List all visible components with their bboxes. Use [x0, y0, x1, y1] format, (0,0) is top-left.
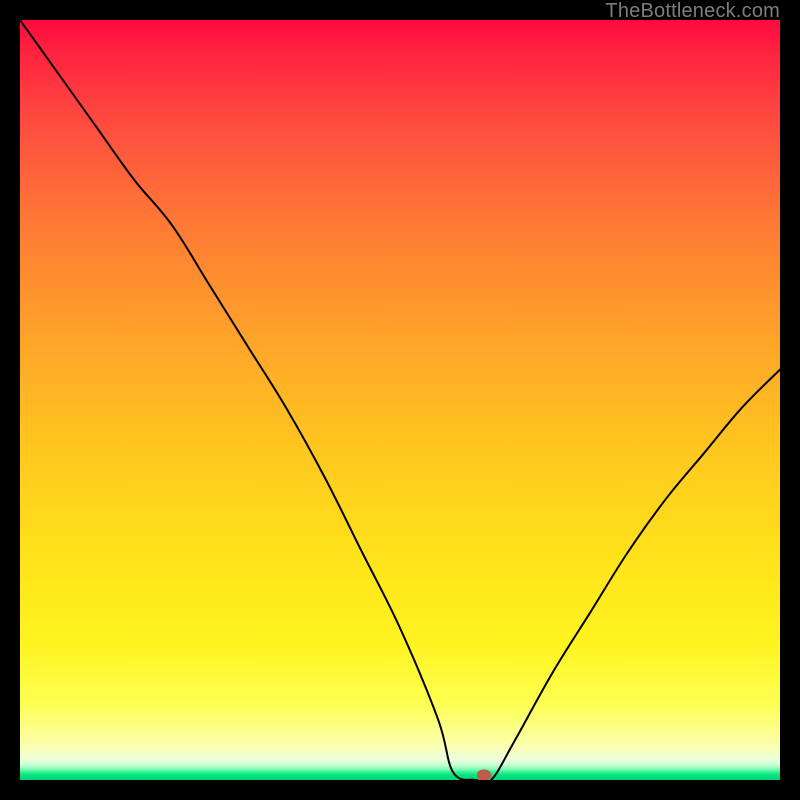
outer-frame: TheBottleneck.com	[0, 0, 800, 800]
plot-area	[20, 20, 780, 780]
bottleneck-curve	[20, 20, 780, 780]
optimal-point-marker	[477, 770, 491, 781]
watermark-text: TheBottleneck.com	[605, 0, 780, 23]
